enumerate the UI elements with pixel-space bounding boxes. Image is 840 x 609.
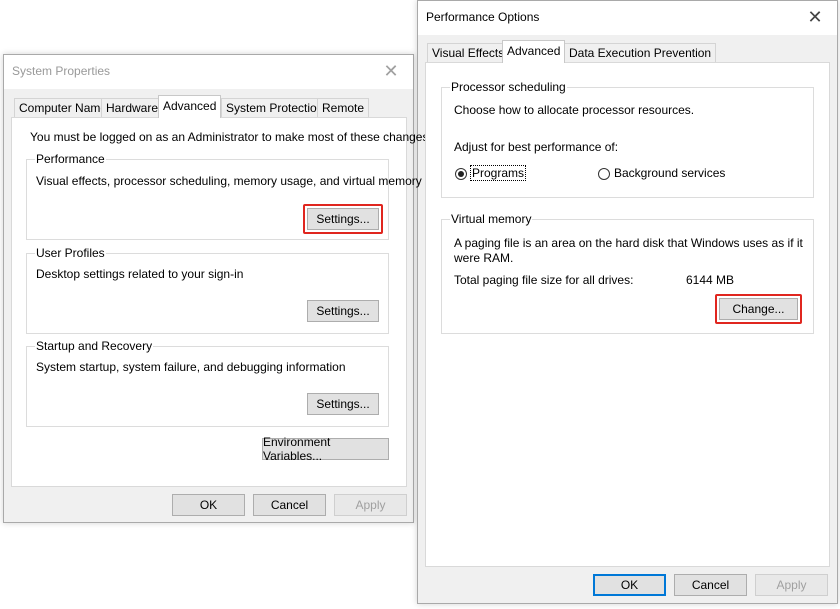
cancel-button[interactable]: Cancel — [674, 574, 747, 596]
user-profiles-description: Desktop settings related to your sign-in — [36, 267, 244, 281]
tab-computer-name[interactable]: Computer Name — [14, 98, 113, 118]
programs-radio[interactable] — [455, 168, 467, 180]
startup-recovery-description: System startup, system failure, and debu… — [36, 360, 346, 374]
virtual-memory-description-line1: A paging file is an area on the hard dis… — [454, 236, 803, 250]
processor-scheduling-description: Choose how to allocate processor resourc… — [454, 103, 695, 117]
performance-options-window: Performance Options ✕ Visual Effects Adv… — [417, 0, 838, 604]
virtual-memory-title: Virtual memory — [450, 212, 533, 226]
tab-advanced[interactable]: Advanced — [158, 95, 222, 118]
performance-group: Performance Visual effects, processor sc… — [26, 152, 422, 240]
change-virtual-memory-button[interactable]: Change... — [719, 298, 798, 320]
ok-button[interactable]: OK — [172, 494, 245, 516]
startup-recovery-settings-button[interactable]: Settings... — [307, 393, 379, 415]
programs-label[interactable]: Programs — [470, 165, 527, 181]
total-paging-size-value: 6144 MB — [686, 273, 735, 287]
user-profiles-settings-button[interactable]: Settings... — [307, 300, 379, 322]
user-profiles-group: User Profiles Desktop settings related t… — [26, 246, 389, 334]
tab-remote[interactable]: Remote — [317, 98, 370, 118]
performance-group-title: Performance — [35, 152, 106, 166]
close-icon[interactable]: ✕ — [793, 1, 837, 33]
background-services-radio[interactable] — [598, 168, 610, 180]
environment-variables-button[interactable]: Environment Variables... — [262, 435, 389, 463]
tab-advanced[interactable]: Advanced — [502, 40, 566, 63]
ok-button[interactable]: OK — [593, 574, 666, 596]
programs-label-text: Programs — [470, 165, 527, 181]
tab-visual-effects[interactable]: Visual Effects — [427, 43, 510, 63]
processor-scheduling-group: Processor scheduling Choose how to alloc… — [441, 80, 814, 198]
advanced-tab-panel: Processor scheduling Choose how to alloc… — [425, 62, 830, 567]
close-icon[interactable]: ✕ — [369, 55, 413, 87]
apply-button[interactable]: Apply — [755, 574, 828, 596]
adjust-label: Adjust for best performance of: — [454, 140, 619, 154]
virtual-memory-group: Virtual memory A paging file is an area … — [441, 212, 814, 334]
virtual-memory-description-line2: were RAM. — [454, 251, 514, 265]
tab-hardware[interactable]: Hardware — [101, 98, 164, 118]
tab-data-execution-prevention[interactable]: Data Execution Prevention — [564, 43, 717, 63]
startup-recovery-group: Startup and Recovery System startup, sys… — [26, 339, 389, 427]
system-properties-titlebar[interactable]: System Properties ✕ — [4, 55, 413, 89]
system-properties-window: System Properties ✕ Computer Name Hardwa… — [3, 54, 432, 523]
tab-system-protection[interactable]: System Protection — [221, 98, 329, 118]
performance-options-titlebar[interactable]: Performance Options ✕ — [418, 1, 837, 35]
performance-settings-button[interactable]: Settings... — [307, 208, 379, 230]
total-paging-size-label: Total paging file size for all drives: — [454, 273, 634, 287]
window-title: Performance Options — [426, 10, 540, 24]
admin-note: You must be logged on as an Administrato… — [30, 130, 432, 144]
radio-selected-dot — [458, 171, 464, 177]
advanced-tab-panel: You must be logged on as an Administrato… — [11, 117, 432, 487]
processor-scheduling-title: Processor scheduling — [450, 80, 567, 94]
startup-recovery-group-title: Startup and Recovery — [35, 339, 154, 353]
user-profiles-group-title: User Profiles — [35, 246, 106, 260]
cancel-button[interactable]: Cancel — [253, 494, 326, 516]
apply-button[interactable]: Apply — [334, 494, 407, 516]
performance-description: Visual effects, processor scheduling, me… — [36, 174, 422, 188]
background-services-label[interactable]: Background services — [614, 166, 725, 180]
window-title: System Properties — [12, 64, 111, 78]
